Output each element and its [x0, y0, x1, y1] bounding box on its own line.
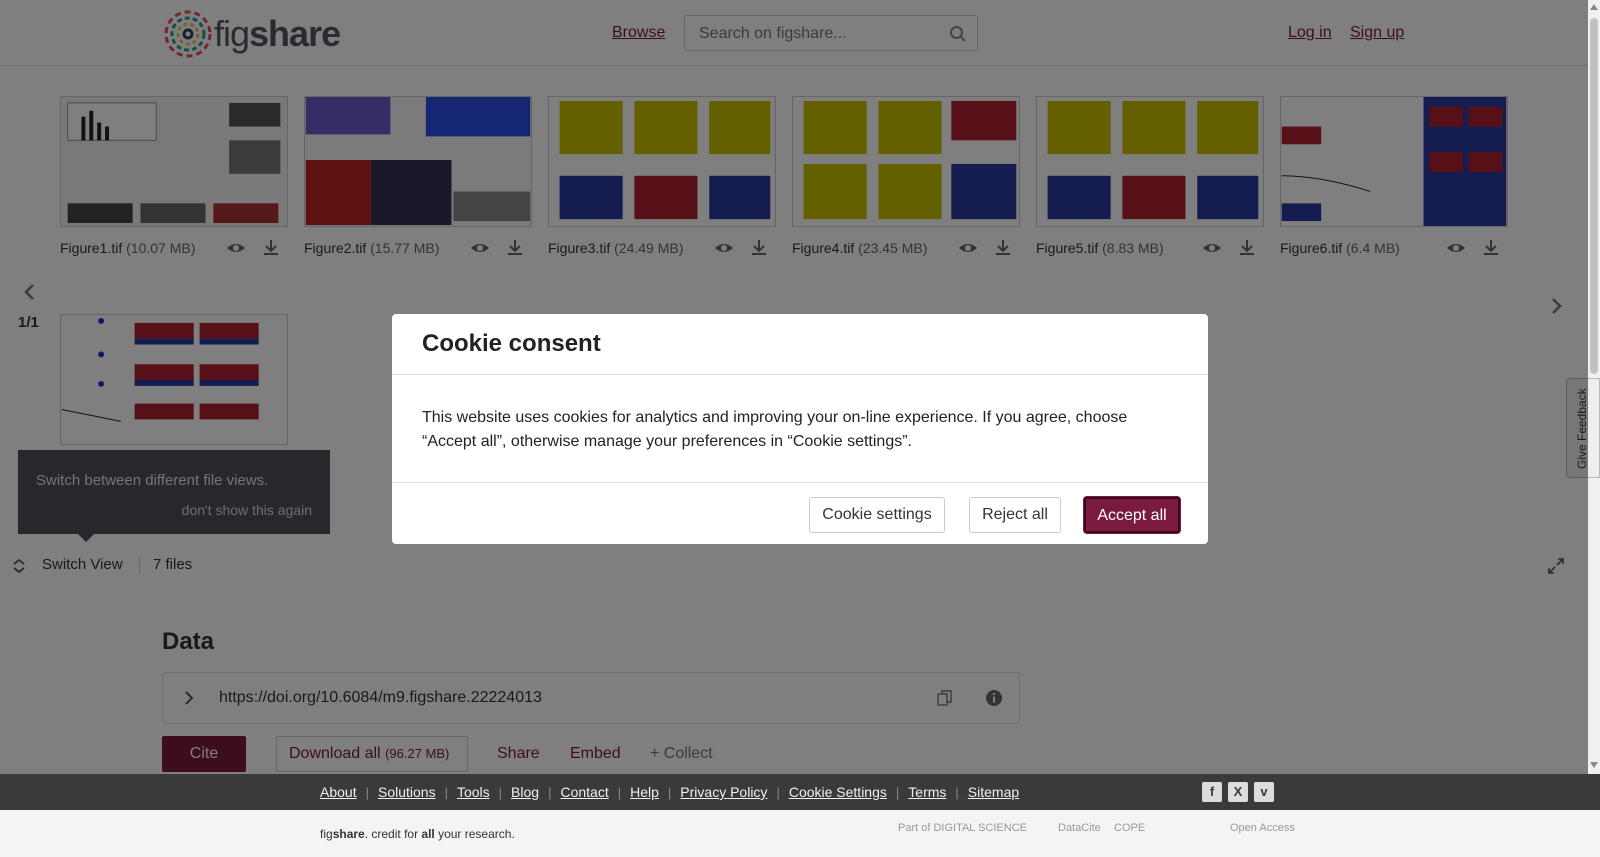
cookie-settings-button[interactable]: Cookie settings — [809, 497, 945, 533]
open-access-logo[interactable]: Open Access — [1230, 822, 1295, 834]
footer-link-privacy[interactable]: Privacy Policy — [680, 784, 767, 800]
facebook-icon[interactable]: f — [1202, 782, 1222, 802]
footer-link-solutions[interactable]: Solutions — [378, 784, 436, 800]
tagline: figshare. credit for all your research. — [320, 827, 515, 841]
cookie-consent-modal: Cookie consent This website uses cookies… — [392, 314, 1208, 544]
footer-nav: About | Solutions | Tools | Blog | Contact | … — [0, 774, 1600, 810]
datacite-logo[interactable]: DataCite — [1058, 822, 1101, 834]
scroll-down-icon[interactable] — [1590, 762, 1598, 768]
footer-link-help[interactable]: Help — [630, 784, 659, 800]
footer-link-cookie-settings[interactable]: Cookie Settings — [789, 784, 887, 800]
modal-title: Cookie consent — [422, 330, 601, 357]
modal-footer: Cookie settings Reject all Accept all — [392, 482, 1208, 544]
vimeo-icon[interactable]: v — [1254, 782, 1274, 802]
modal-header: Cookie consent — [392, 314, 1208, 375]
footer-link-about[interactable]: About — [320, 784, 357, 800]
social-links: f X v — [1202, 782, 1274, 802]
modal-body-text: This website uses cookies for analytics … — [422, 409, 1128, 450]
footer-link-terms[interactable]: Terms — [908, 784, 946, 800]
digital-science-logo[interactable]: Part of DIGITAL SCIENCE — [898, 822, 1027, 834]
footer-link-tools[interactable]: Tools — [457, 784, 490, 800]
footer-link-contact[interactable]: Contact — [560, 784, 608, 800]
scroll-up-icon[interactable] — [1590, 4, 1598, 10]
x-twitter-icon[interactable]: X — [1228, 782, 1248, 802]
accept-all-button[interactable]: Accept all — [1084, 497, 1180, 533]
footer-bottom: figshare. credit for all your research. … — [0, 810, 1600, 857]
footer-links: About | Solutions | Tools | Blog | Contact | … — [320, 784, 1020, 800]
reject-all-button[interactable]: Reject all — [969, 497, 1061, 533]
footer-link-sitemap[interactable]: Sitemap — [968, 784, 1019, 800]
cope-logo[interactable]: COPE — [1114, 822, 1145, 834]
footer-link-blog[interactable]: Blog — [511, 784, 539, 800]
scroll-thumb[interactable] — [1590, 18, 1598, 374]
